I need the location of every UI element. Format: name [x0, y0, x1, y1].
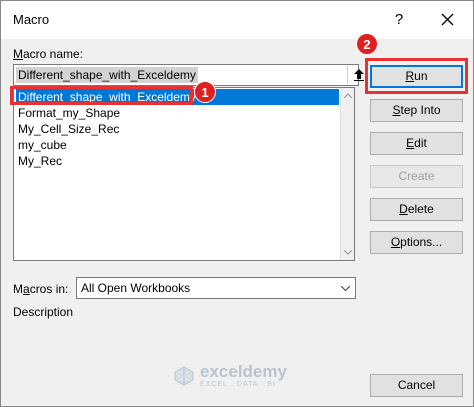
chevron-down-icon	[344, 249, 352, 255]
dropdown-button[interactable]	[336, 279, 355, 297]
edit-button[interactable]: Edit	[370, 132, 463, 155]
chevron-down-icon	[341, 285, 350, 291]
watermark-sub: EXCEL · DATA · BI	[200, 381, 276, 388]
close-icon	[441, 13, 453, 26]
list-item[interactable]: my_cube	[16, 137, 67, 153]
macro-dialog: Macro ? Macro name: Different_shape_with…	[0, 0, 474, 407]
macro-list[interactable]: Different_shape_with_Exceldemy Format_my…	[13, 87, 355, 261]
step-into-button[interactable]: Step Into	[370, 99, 463, 122]
list-item[interactable]: My_Cell_Size_Rec	[16, 121, 119, 137]
help-button[interactable]: ?	[385, 7, 413, 33]
macros-in-label: Macros in:	[13, 282, 69, 296]
macros-in-value: All Open Workbooks	[81, 281, 191, 295]
watermark: exceldemy EXCEL · DATA · BI	[173, 363, 287, 389]
list-scrollbar[interactable]	[340, 88, 354, 260]
highlight-box-macro	[10, 86, 193, 105]
create-button[interactable]: Create	[370, 165, 463, 188]
window-title: Macro	[13, 12, 50, 27]
scroll-down-button[interactable]	[341, 245, 355, 259]
run-button[interactable]: Run	[370, 65, 463, 88]
macro-name-label: Macro name:	[13, 47, 84, 61]
list-item[interactable]: Format_my_Shape	[16, 105, 120, 121]
close-button[interactable]	[433, 7, 461, 33]
macro-name-input[interactable]: Different_shape_with_Exceldemy	[13, 64, 364, 86]
title-bar: Macro ?	[1, 1, 473, 39]
description-label: Description	[13, 305, 74, 319]
badge-1: 1	[194, 81, 216, 103]
macro-name-value: Different_shape_with_Exceldemy	[16, 67, 198, 83]
exceldemy-logo-icon	[174, 366, 194, 386]
watermark-main: exceldemy	[200, 362, 287, 381]
list-item[interactable]: My_Rec	[16, 153, 62, 169]
upload-arrow-icon	[353, 69, 364, 81]
chevron-up-icon	[344, 92, 352, 98]
options-button[interactable]: Options...	[370, 231, 463, 254]
delete-button[interactable]: Delete	[370, 198, 463, 221]
scroll-up-button[interactable]	[341, 88, 355, 102]
cancel-button[interactable]: Cancel	[370, 374, 463, 397]
badge-2: 2	[356, 33, 378, 55]
macros-in-select[interactable]: All Open Workbooks	[76, 277, 356, 299]
